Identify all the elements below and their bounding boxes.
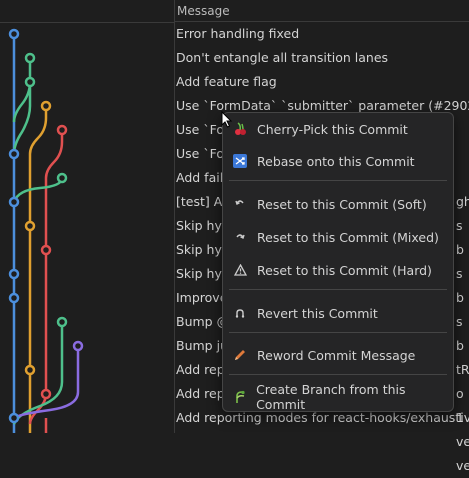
commit-node[interactable] (8, 292, 20, 304)
commit-node[interactable] (24, 76, 36, 88)
fragment: s b (456, 314, 464, 353)
commit-node[interactable] (8, 268, 20, 280)
fragment: ve- (456, 434, 469, 449)
fragment: s b (456, 266, 464, 305)
commit-node[interactable] (40, 100, 52, 112)
commit-node[interactable] (24, 220, 36, 232)
pencil-icon (223, 348, 257, 362)
message-column-header[interactable]: Message (175, 0, 469, 22)
commit-node[interactable] (56, 124, 68, 136)
mouse-cursor-icon (221, 111, 233, 128)
fragment: tRe (456, 362, 469, 377)
rebase-icon (223, 154, 257, 168)
menu-item-label: Revert this Commit (257, 305, 378, 321)
create-branch-menu-item[interactable]: Create Branch from this Commit (223, 382, 453, 412)
revert-menu-item[interactable]: Revert this Commit (223, 298, 453, 328)
commit-node[interactable] (8, 412, 20, 424)
rebase-menu-item[interactable]: Rebase onto this Commit (223, 146, 453, 176)
menu-item-label: Reset to this Commit (Soft) (257, 196, 427, 212)
commit-context-menu: Cherry-Pick this Commit Rebase onto this… (222, 112, 454, 412)
commit-node[interactable] (40, 388, 52, 400)
revert-icon (223, 307, 257, 319)
graph-lanes (8, 28, 84, 433)
reset-soft-icon (223, 198, 257, 210)
branch-icon (223, 390, 256, 404)
reword-menu-item[interactable]: Reword Commit Message (223, 340, 453, 370)
occluded-text-fragments: ght s b s b s b tRe o 1 ve- ve- (456, 190, 469, 478)
reset-hard-menu-item[interactable]: Reset to this Commit (Hard) (223, 255, 453, 285)
menu-item-label: Reset to this Commit (Mixed) (257, 229, 439, 245)
reset-mixed-menu-item[interactable]: Reset to this Commit (Mixed) (223, 222, 453, 252)
commit-node[interactable] (56, 172, 68, 184)
reset-soft-menu-item[interactable]: Reset to this Commit (Soft) (223, 189, 453, 219)
commit-graph (0, 0, 174, 433)
commit-node[interactable] (40, 244, 52, 256)
menu-separator (229, 332, 447, 333)
commit-row[interactable]: Add feature flag (175, 70, 469, 94)
menu-item-label: Create Branch from this Commit (256, 382, 406, 412)
commit-node[interactable] (8, 28, 20, 40)
fragment: s b (456, 218, 464, 257)
commit-node[interactable] (72, 340, 84, 352)
fragment: o 1 (456, 386, 464, 425)
reset-mixed-icon (223, 231, 257, 243)
commit-node[interactable] (8, 148, 20, 160)
commit-node[interactable] (24, 364, 36, 376)
fragment: ght (456, 194, 469, 209)
fragment: ve- (456, 458, 469, 473)
menu-separator (229, 374, 447, 375)
cherry-pick-menu-item[interactable]: Cherry-Pick this Commit (223, 114, 453, 144)
graph-header (0, 0, 174, 23)
commit-row[interactable]: Don't entangle all transition lanes (175, 46, 469, 70)
commit-node[interactable] (8, 196, 20, 208)
warning-icon (223, 264, 257, 276)
menu-separator (229, 180, 447, 181)
commit-row[interactable]: Error handling fixed (175, 22, 469, 46)
menu-separator (229, 289, 447, 290)
menu-item-label: Reset to this Commit (Hard) (257, 262, 432, 278)
menu-item-label: Reword Commit Message (257, 347, 416, 363)
commit-node[interactable] (24, 52, 36, 64)
menu-item-label: Rebase onto this Commit (257, 153, 415, 169)
commit-node[interactable] (56, 316, 68, 328)
menu-item-label: Cherry-Pick this Commit (257, 121, 408, 137)
